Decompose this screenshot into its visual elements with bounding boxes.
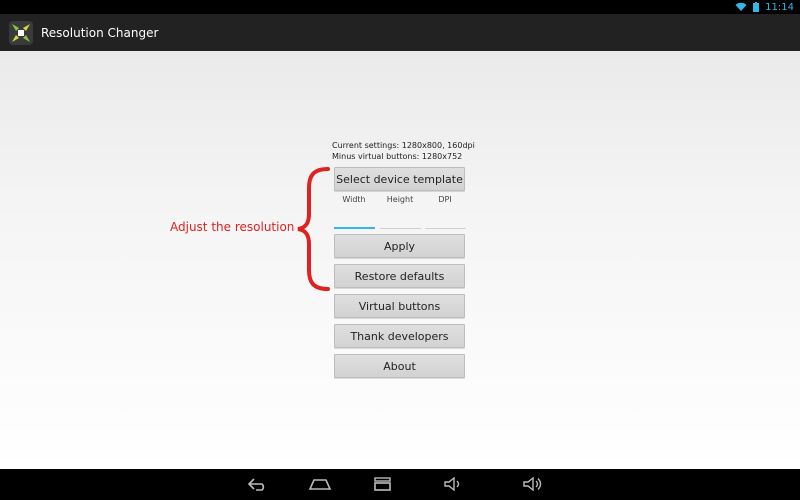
annotation-label: Adjust the resolution xyxy=(170,220,295,234)
current-settings-text: Current settings: 1280x800, 160dpi xyxy=(332,141,475,150)
height-label: Height xyxy=(386,195,414,204)
virtual-buttons-button[interactable]: Virtual buttons xyxy=(334,294,465,318)
home-icon[interactable] xyxy=(307,474,333,494)
wifi-icon xyxy=(735,2,747,12)
select-device-template-button[interactable]: Select device template xyxy=(334,167,465,191)
width-label: Width xyxy=(342,195,366,204)
status-bar: 11:14 xyxy=(0,0,800,14)
volume-up-icon[interactable] xyxy=(520,474,546,494)
action-bar: Resolution Changer xyxy=(0,14,800,51)
recent-apps-icon[interactable] xyxy=(370,474,396,494)
dpi-input[interactable] xyxy=(425,211,466,229)
thank-developers-button[interactable]: Thank developers xyxy=(334,324,465,348)
about-button[interactable]: About xyxy=(334,354,465,378)
main-content: Current settings: 1280x800, 160dpi Minus… xyxy=(0,51,800,469)
height-input[interactable] xyxy=(380,211,421,229)
status-icons: 11:14 xyxy=(735,0,794,14)
apply-button[interactable]: Apply xyxy=(334,234,465,258)
screen: 11:14 Resolution Changer Current setting… xyxy=(0,0,800,500)
app-title: Resolution Changer xyxy=(41,25,159,40)
dpi-label: DPI xyxy=(438,195,452,204)
restore-defaults-button[interactable]: Restore defaults xyxy=(334,264,465,288)
width-input[interactable] xyxy=(334,211,375,229)
volume-down-icon[interactable] xyxy=(440,474,466,494)
navigation-bar xyxy=(0,469,800,500)
app-logo-icon[interactable] xyxy=(9,20,33,45)
virtual-buttons-resolution-text: Minus virtual buttons: 1280x752 xyxy=(332,152,463,161)
status-time: 11:14 xyxy=(765,1,794,13)
back-icon[interactable] xyxy=(245,474,271,494)
battery-icon xyxy=(753,2,760,12)
curly-brace-annotation xyxy=(297,167,330,291)
